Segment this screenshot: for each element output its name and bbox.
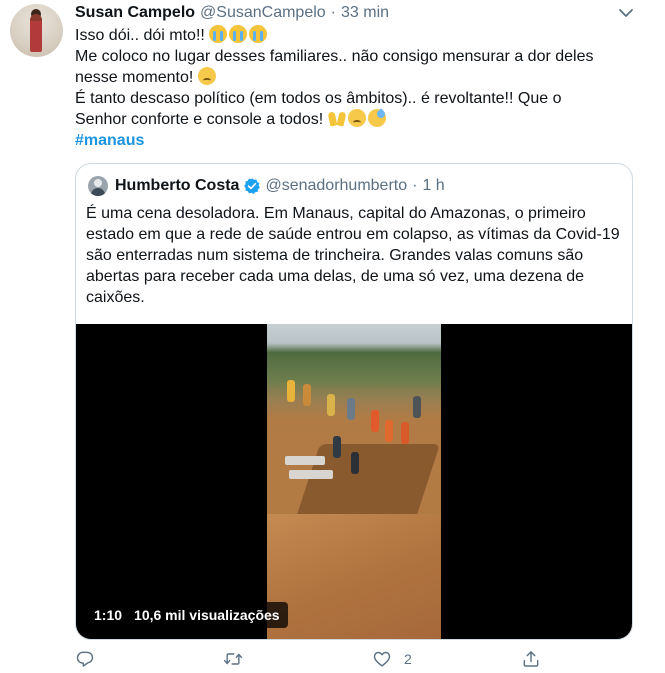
reply-icon xyxy=(76,651,94,667)
more-options-icon[interactable] xyxy=(616,5,636,21)
like-count: 2 xyxy=(404,651,412,667)
quoted-timestamp[interactable]: 1 h xyxy=(422,177,444,195)
video-thumbnail xyxy=(267,324,441,639)
pensive-emoji-icon xyxy=(197,67,216,85)
verified-badge-icon xyxy=(244,178,261,194)
quoted-text: É uma cena desoladora. Em Manaus, capita… xyxy=(86,205,620,306)
video-duration: 1:10 xyxy=(94,607,123,623)
quoted-avatar[interactable] xyxy=(88,176,108,196)
action-bar: 2 xyxy=(75,645,635,673)
crying-emoji-icon xyxy=(209,25,228,43)
tweet-line: Senhor conforte e console a todos! xyxy=(75,111,324,128)
quoted-author-name[interactable]: Humberto Costa xyxy=(115,177,239,195)
tweet-line: É tanto descaso político (em todos os âm… xyxy=(75,90,562,107)
tweet-header: Susan Campelo @SusanCampelo · 33 min xyxy=(75,4,389,26)
timestamp[interactable]: 33 min xyxy=(341,4,389,22)
reply-button[interactable] xyxy=(75,649,95,669)
raised-hands-emoji-icon xyxy=(328,109,346,127)
like-button[interactable]: 2 xyxy=(372,649,412,669)
video-views: 10,6 mil visualizações xyxy=(134,607,280,623)
pensive-emoji-icon xyxy=(347,109,366,127)
avatar[interactable] xyxy=(10,4,63,57)
crying-emoji-icon xyxy=(229,25,248,43)
tweet-line: Me coloco no lugar desses familiares.. n… xyxy=(75,48,594,65)
quoted-author-handle[interactable]: @senadorhumberto xyxy=(265,177,407,195)
video-duration-badge: 1:10 10,6 mil visualizações xyxy=(86,602,288,628)
sweat-emoji-icon xyxy=(367,109,386,127)
crying-emoji-icon xyxy=(249,25,268,43)
separator: · xyxy=(330,4,336,21)
share-button[interactable] xyxy=(521,649,541,669)
hashtag-link[interactable]: #manaus xyxy=(75,132,144,149)
tweet-text: Isso dói.. dói mto!! Me coloco no lugar … xyxy=(75,25,640,151)
author-handle[interactable]: @SusanCampelo xyxy=(200,4,326,22)
separator: · xyxy=(412,177,418,194)
quoted-tweet[interactable]: Humberto Costa @senadorhumberto · 1 h É … xyxy=(75,163,633,640)
share-icon xyxy=(523,651,539,667)
tweet-line: nesse momento! xyxy=(75,69,194,86)
like-icon xyxy=(373,651,391,667)
video-player[interactable]: 1:10 10,6 mil visualizações xyxy=(76,324,632,639)
retweet-icon xyxy=(223,653,243,665)
tweet-line: Isso dói.. dói mto!! xyxy=(75,27,205,44)
tweet[interactable]: Susan Campelo @SusanCampelo · 33 min Iss… xyxy=(0,0,665,673)
retweet-button[interactable] xyxy=(223,649,243,669)
quoted-header: Humberto Costa @senadorhumberto · 1 h xyxy=(115,176,445,196)
author-name[interactable]: Susan Campelo xyxy=(75,4,195,22)
